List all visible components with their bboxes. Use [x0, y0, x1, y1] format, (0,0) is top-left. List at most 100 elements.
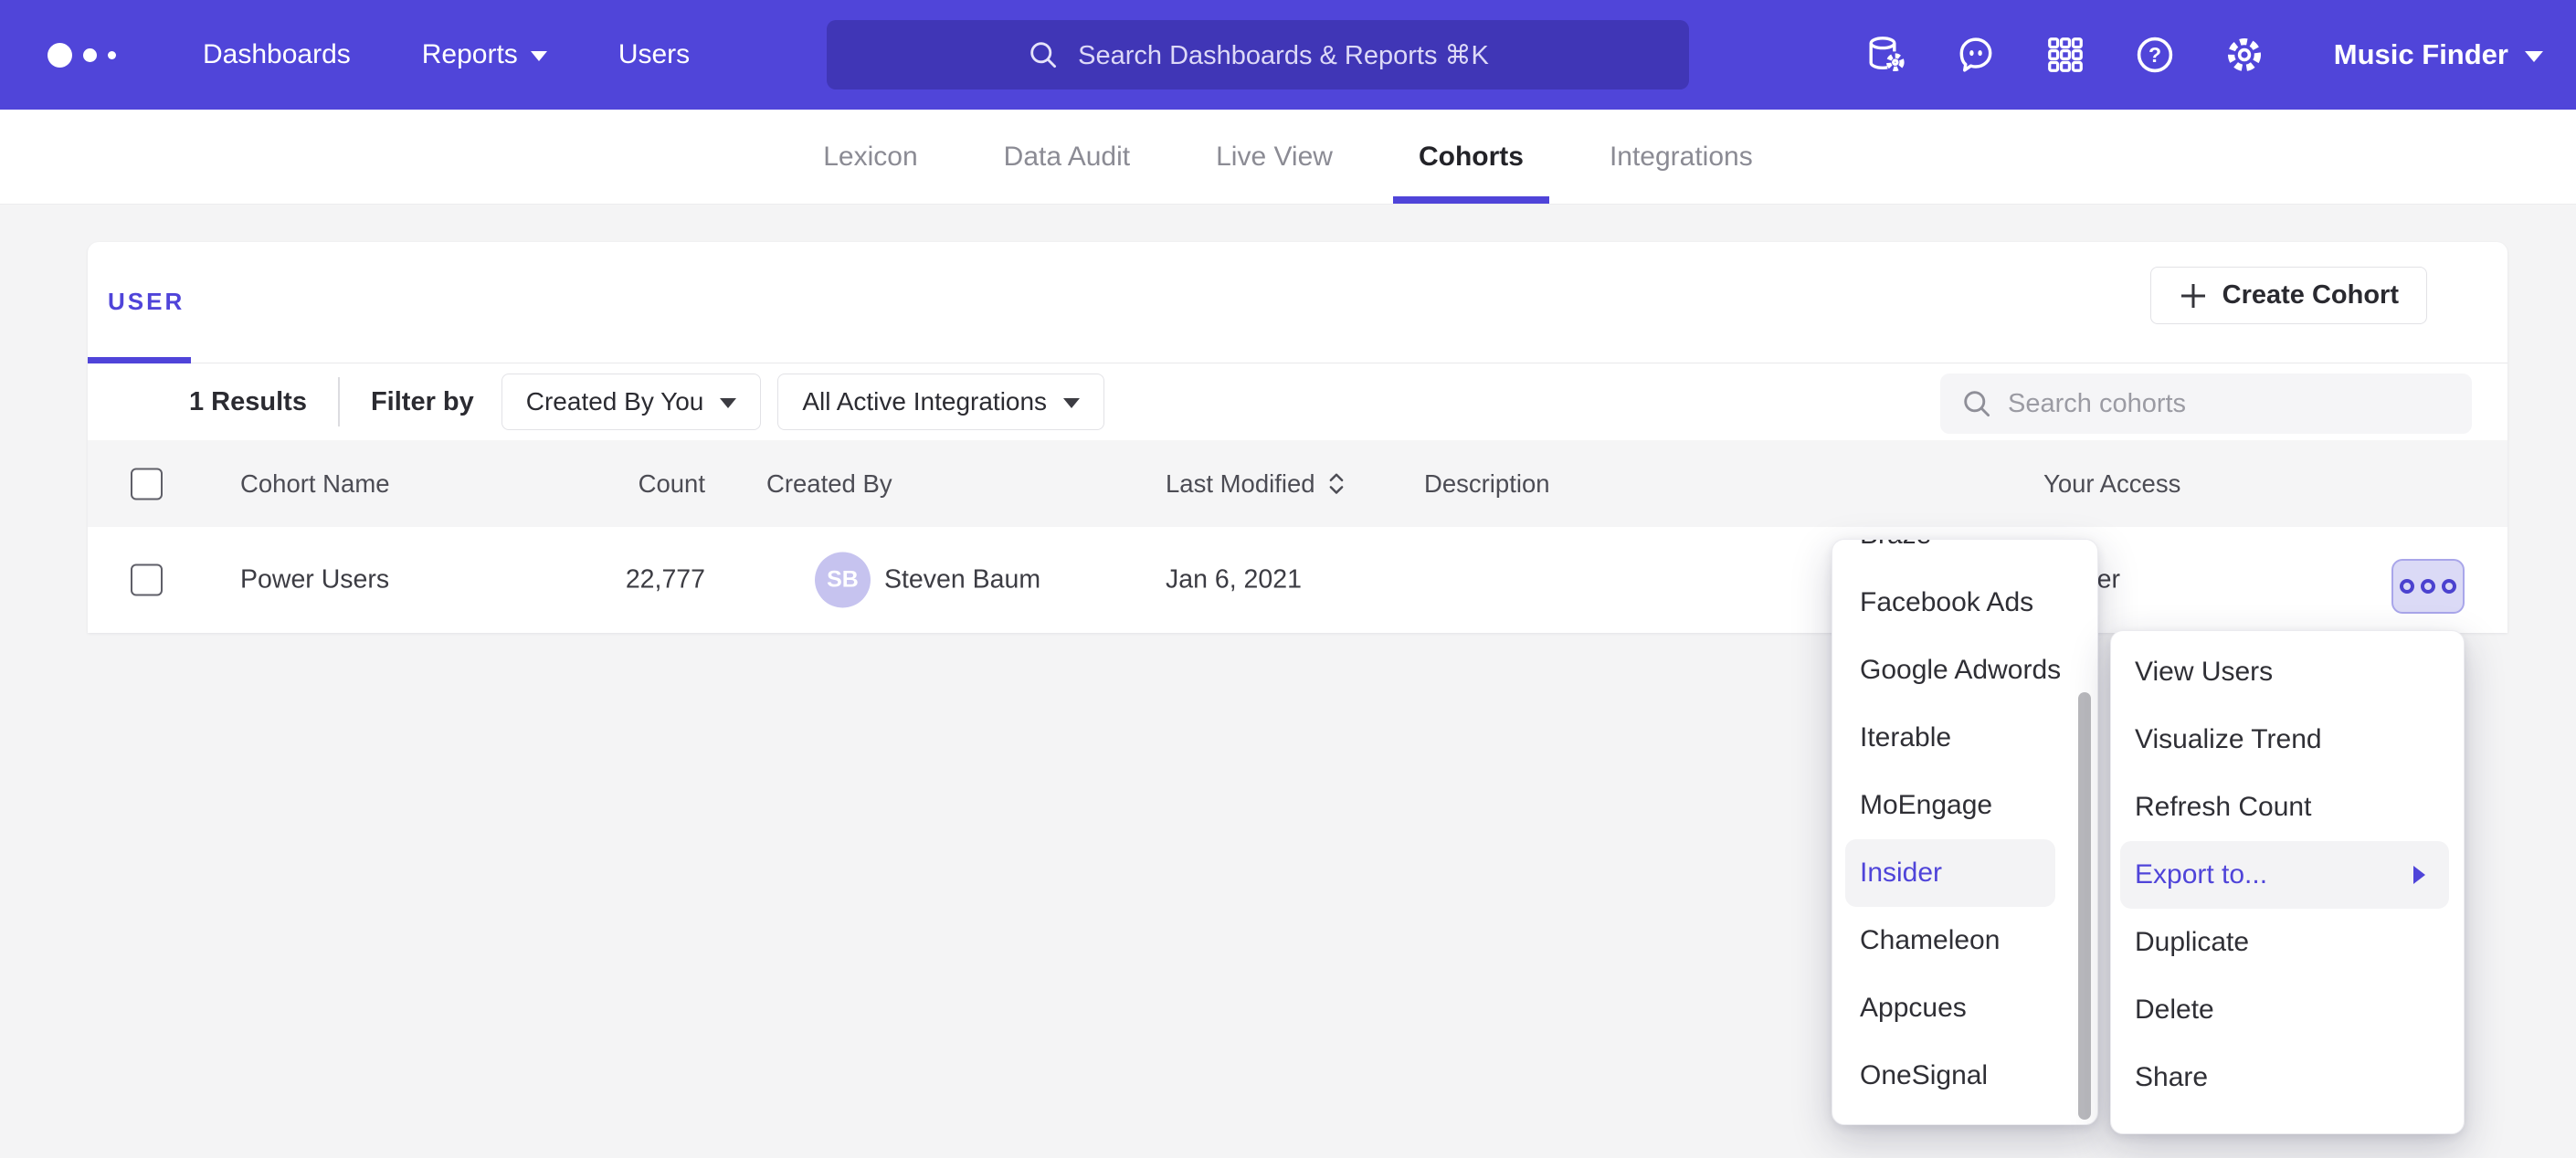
export-destination-item[interactable]: MoEngage [1832, 772, 2097, 839]
primary-nav-label: Users [618, 39, 690, 70]
export-destinations-menu: Braze Facebook Ads Google Adwords Iterab… [1832, 539, 2098, 1125]
section-tabs: Lexicon Data Audit Live View Cohorts Int… [0, 110, 2576, 205]
ellipsis-dot-icon [2442, 579, 2456, 594]
created-by-filter-dropdown[interactable]: Created By You [501, 374, 762, 430]
project-switcher[interactable]: Music Finder [2334, 38, 2543, 71]
column-header-description: Description [1424, 469, 1550, 499]
export-destination-label: Iterable [1860, 722, 1951, 753]
row-action-label: Refresh Count [2135, 792, 2311, 823]
svg-text:?: ? [2148, 43, 2161, 67]
column-header-last-modified: Last Modified [1166, 469, 1346, 499]
row-actions-button[interactable] [2391, 559, 2465, 614]
created-by-cell: SB Steven Baum [815, 553, 1040, 608]
export-destination-label: OneSignal [1860, 1060, 1988, 1091]
export-destination-item[interactable]: Appcues [1832, 974, 2097, 1042]
section-tab[interactable]: Cohorts [1409, 110, 1533, 204]
logo-dot-large [48, 43, 72, 68]
section-tab-label: Lexicon [823, 142, 917, 173]
cohort-name-link[interactable]: Power Users [240, 565, 389, 595]
row-action-label: Duplicate [2135, 927, 2249, 958]
section-tab-label: Data Audit [1004, 142, 1130, 173]
section-tab-label: Live View [1216, 142, 1333, 173]
row-checkbox[interactable] [131, 564, 163, 596]
last-modified-label: Last Modified [1166, 469, 1315, 499]
cohort-search-field [1940, 374, 2472, 434]
section-tab[interactable]: Data Audit [995, 110, 1139, 204]
top-navigation-bar: Dashboards Reports Users Search Dashb [0, 0, 2576, 110]
integrations-filter-value: All Active Integrations [802, 387, 1047, 416]
apps-grid-icon[interactable] [2043, 33, 2087, 77]
feedback-icon[interactable] [1954, 33, 1998, 77]
row-action-item[interactable]: Share [2111, 1044, 2464, 1111]
topbar-right-controls: ? Music Finder [1864, 33, 2576, 77]
create-cohort-button[interactable]: Create Cohort [2150, 267, 2427, 324]
divider [338, 377, 340, 426]
export-destination-label: Chameleon [1860, 925, 2000, 956]
section-tab-label: Cohorts [1419, 142, 1524, 173]
chevron-down-icon [720, 398, 736, 408]
primary-nav-label: Reports [422, 39, 518, 70]
table-header: Cohort Name Count Created By Last Modifi… [88, 440, 2507, 527]
section-tab[interactable]: Integrations [1600, 110, 1762, 204]
row-action-item[interactable]: Duplicate [2111, 909, 2464, 976]
export-destination-label: Appcues [1860, 993, 1967, 1024]
column-header-your-access: Your Access [2043, 469, 2180, 499]
search-icon [1027, 38, 1060, 71]
ellipsis-dot-icon [2400, 579, 2414, 594]
project-name: Music Finder [2334, 38, 2508, 71]
filter-toolbar: 1 Results Filter by Created By You All A… [88, 363, 2507, 440]
column-header-created-by: Created By [766, 469, 892, 499]
row-actions-menu: View Users Visualize Trend Refresh Count… [2110, 630, 2465, 1134]
export-destination-label: Insider [1860, 858, 1942, 889]
ellipsis-dot-icon [2421, 579, 2435, 594]
row-action-item[interactable]: Visualize Trend [2111, 706, 2464, 774]
primary-nav-label: Dashboards [203, 39, 351, 70]
global-search-placeholder: Search Dashboards & Reports ⌘K [1078, 39, 1489, 71]
row-action-item[interactable]: Export to... [2120, 841, 2449, 909]
select-all-checkbox[interactable] [131, 468, 163, 500]
primary-nav-item[interactable]: Users [618, 39, 690, 70]
sort-toggle[interactable] [1326, 470, 1346, 498]
export-destination-label: Facebook Ads [1860, 587, 2033, 618]
export-destination-item[interactable]: Chameleon [1832, 907, 2097, 974]
row-action-item[interactable]: Refresh Count [2111, 774, 2464, 841]
export-destination-item[interactable]: Insider [1845, 839, 2055, 907]
row-action-item[interactable]: View Users [2111, 638, 2464, 706]
cohort-search-input[interactable] [2008, 374, 2455, 434]
export-destination-item[interactable]: Braze [1832, 539, 2097, 569]
tab-user-cohorts[interactable]: USER [108, 288, 185, 316]
section-tab[interactable]: Lexicon [814, 110, 926, 204]
global-search-input[interactable]: Search Dashboards & Reports ⌘K [827, 20, 1689, 89]
section-tab[interactable]: Live View [1207, 110, 1342, 204]
row-action-label: Share [2135, 1062, 2208, 1093]
avatar: SB [815, 553, 871, 608]
menu-scrollbar-thumb[interactable] [2078, 692, 2091, 1120]
export-destination-label: Google Adwords [1860, 655, 2061, 686]
search-icon [1960, 387, 1993, 420]
export-destination-item[interactable]: Facebook Ads [1832, 569, 2097, 637]
created-by-filter-value: Created By You [526, 387, 704, 416]
help-icon[interactable]: ? [2133, 33, 2177, 77]
chevron-down-icon [2525, 51, 2543, 62]
chevron-down-icon [1063, 398, 1080, 408]
cohorts-page: Dashboards Reports Users Search Dashb [0, 0, 2576, 1158]
settings-gear-icon[interactable] [2222, 33, 2266, 77]
row-action-label: View Users [2135, 657, 2273, 688]
primary-nav-item[interactable]: Dashboards [203, 39, 351, 70]
column-header-count: Count [471, 469, 705, 499]
primary-nav-item[interactable]: Reports [422, 39, 547, 70]
data-settings-icon[interactable] [1864, 33, 1908, 77]
row-action-label: Visualize Trend [2135, 724, 2322, 755]
row-action-label: Export to... [2135, 859, 2267, 890]
plus-icon [2179, 281, 2208, 311]
export-destination-item[interactable]: Google Adwords [1832, 637, 2097, 704]
cohorts-card: USER Create Cohort 1 Results Filter by C… [88, 242, 2507, 633]
active-tab-underline [88, 357, 191, 363]
cohort-type-tabs: USER Create Cohort [88, 242, 2507, 363]
export-destination-item[interactable]: OneSignal [1832, 1042, 2097, 1110]
integrations-filter-dropdown[interactable]: All Active Integrations [777, 374, 1104, 430]
cohort-count: 22,777 [471, 565, 705, 595]
mixpanel-logo[interactable] [48, 43, 116, 68]
export-destination-item[interactable]: Iterable [1832, 704, 2097, 772]
row-action-item[interactable]: Delete [2111, 976, 2464, 1044]
